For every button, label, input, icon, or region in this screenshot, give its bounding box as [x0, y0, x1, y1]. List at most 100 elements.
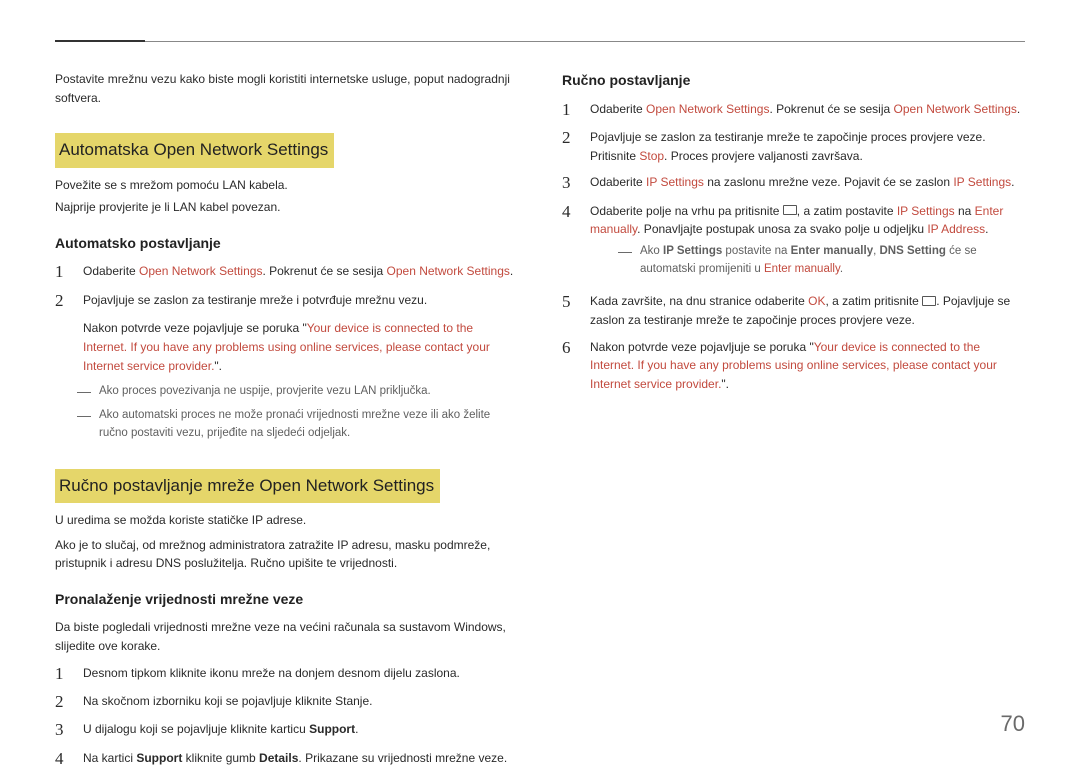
- rucno-step-6: 6 Nakon potvrde veze pojavljuje se poruk…: [562, 338, 1025, 394]
- step-body: U dijalogu koji se pojavljuje kliknite k…: [83, 720, 518, 740]
- red-text: IP Address: [927, 222, 985, 236]
- t: Pojavljuje se zaslon za testiranje mreže…: [83, 293, 427, 307]
- red-text: Open Network Settings: [387, 264, 510, 278]
- step-body: Na skočnom izborniku koji se pojavljuje …: [83, 692, 518, 712]
- step-number: 1: [55, 262, 69, 282]
- dash-item: ― Ako proces povezivanja ne uspije, prov…: [77, 383, 518, 401]
- t: .: [840, 263, 843, 275]
- dash-body: Ako IP Settings postavite na Enter manua…: [640, 243, 1025, 279]
- page-number: 70: [1001, 707, 1025, 741]
- step-number: 1: [55, 664, 69, 684]
- dash-body: Ako proces povezivanja ne uspije, provje…: [99, 383, 518, 401]
- red-text: OK: [808, 294, 825, 308]
- dash-item: ― Ako automatski proces ne može pronaći …: [77, 407, 518, 443]
- t: , a zatim pritisnite: [825, 294, 922, 308]
- t: . Ponavljajte postupak unosa za svako po…: [637, 222, 927, 236]
- auto-p2: Najprije provjerite je li LAN kabel pove…: [55, 198, 518, 217]
- t: ".: [721, 377, 729, 391]
- t: . Proces provjere valjanosti završava.: [664, 149, 863, 163]
- auto-step-2: 2 Pojavljuje se zaslon za testiranje mre…: [55, 291, 518, 375]
- t: Ako: [640, 245, 663, 257]
- heading-find-values: Pronalaženje vrijednosti mrežne veze: [55, 589, 518, 611]
- step-number: 1: [562, 100, 576, 120]
- find-step-1: 1 Desnom tipkom kliknite ikonu mreže na …: [55, 664, 518, 684]
- step-number: 4: [562, 202, 576, 285]
- step-number: 4: [55, 749, 69, 769]
- t: .: [985, 222, 988, 236]
- step-body: Odaberite Open Network Settings. Pokrenu…: [590, 100, 1025, 120]
- heading-rucno: Ručno postavljanje: [562, 70, 1025, 92]
- rule-thin: [145, 41, 1025, 42]
- man-p2: Ako je to slučaj, od mrežnog administrat…: [55, 536, 518, 573]
- t: , a zatim postavite: [797, 204, 897, 218]
- step-number: 3: [55, 720, 69, 740]
- red-text: Open Network Settings: [646, 102, 769, 116]
- find-step-3: 3 U dijalogu koji se pojavljuje kliknite…: [55, 720, 518, 740]
- t: .: [355, 722, 358, 736]
- dash-icon: ―: [618, 243, 632, 279]
- step-body: Pojavljuje se zaslon za testiranje mreže…: [83, 291, 518, 375]
- step-number: 2: [55, 692, 69, 712]
- find-step-4: 4 Na kartici Support kliknite gumb Detai…: [55, 749, 518, 769]
- t: Odaberite: [590, 102, 646, 116]
- rule-thick: [55, 40, 145, 42]
- t: Odaberite polje na vrhu pa pritisnite: [590, 204, 783, 218]
- heading-manual-open-network: Ručno postavljanje mreže Open Network Se…: [55, 469, 440, 503]
- confirm-msg: Nakon potvrde veze pojavljuje se poruka …: [83, 319, 518, 375]
- dash-icon: ―: [77, 407, 91, 443]
- step-number: 2: [562, 128, 576, 165]
- bold-text: Support: [309, 722, 355, 736]
- t: Odaberite: [83, 264, 139, 278]
- auto-step-1: 1 Odaberite Open Network Settings. Pokre…: [55, 262, 518, 282]
- step-body: Odaberite polje na vrhu pa pritisnite , …: [590, 202, 1025, 285]
- step-number: 5: [562, 292, 576, 329]
- rucno-step-1: 1 Odaberite Open Network Settings. Pokre…: [562, 100, 1025, 120]
- intro-text: Postavite mrežnu vezu kako biste mogli k…: [55, 70, 518, 107]
- rucno-step-2: 2 Pojavljuje se zaslon za testiranje mre…: [562, 128, 1025, 165]
- step-number: 2: [55, 291, 69, 375]
- t: .: [510, 264, 513, 278]
- dash-icon: ―: [77, 383, 91, 401]
- red-text: Stop: [639, 149, 664, 163]
- heading-auto-setup: Automatsko postavljanje: [55, 233, 518, 255]
- red-text: IP Settings: [953, 175, 1011, 189]
- rucno-step-5: 5 Kada završite, na dnu stranice odaberi…: [562, 292, 1025, 329]
- step-body: Kada završite, na dnu stranice odaberite…: [590, 292, 1025, 329]
- step-body: Na kartici Support kliknite gumb Details…: [83, 749, 518, 769]
- enter-button-icon: [783, 205, 797, 215]
- t: U dijalogu koji se pojavljuje kliknite k…: [83, 722, 309, 736]
- top-rule: [55, 40, 1025, 42]
- step-body: Pojavljuje se zaslon za testiranje mreže…: [590, 128, 1025, 165]
- step-number: 3: [562, 173, 576, 193]
- red-text: Enter manually: [764, 263, 840, 275]
- dash-body: Ako automatski proces ne može pronaći vr…: [99, 407, 518, 443]
- heading-auto-open-network: Automatska Open Network Settings: [55, 133, 334, 167]
- dash-item: ― Ako IP Settings postavite na Enter man…: [618, 243, 1025, 279]
- t: . Pokrenut će se sesija: [262, 264, 386, 278]
- bold-text: Enter manually: [791, 245, 873, 257]
- t: ".: [214, 359, 222, 373]
- t: .: [1017, 102, 1020, 116]
- auto-p1: Povežite se s mrežom pomoću LAN kabela.: [55, 176, 518, 195]
- t: na zaslonu mrežne veze. Pojavit će se za…: [704, 175, 953, 189]
- t: Nakon potvrde veze pojavljuje se poruka …: [83, 321, 307, 335]
- right-column: Ručno postavljanje 1 Odaberite Open Netw…: [562, 70, 1025, 777]
- find-step-2: 2 Na skočnom izborniku koji se pojavljuj…: [55, 692, 518, 712]
- bold-text: IP Settings: [663, 245, 722, 257]
- step-body: Nakon potvrde veze pojavljuje se poruka …: [590, 338, 1025, 394]
- t: . Pokrenut će se sesija: [769, 102, 893, 116]
- enter-button-icon: [922, 296, 936, 306]
- red-text: Open Network Settings: [894, 102, 1017, 116]
- red-text: Open Network Settings: [139, 264, 262, 278]
- step-number: 6: [562, 338, 576, 394]
- red-text: IP Settings: [897, 204, 955, 218]
- man-p1: U uredima se možda koriste statičke IP a…: [55, 511, 518, 530]
- rucno-step-3: 3 Odaberite IP Settings na zaslonu mrežn…: [562, 173, 1025, 193]
- bold-text: DNS Setting: [879, 245, 945, 257]
- content-columns: Postavite mrežnu vezu kako biste mogli k…: [55, 70, 1025, 777]
- auto-notes: ― Ako proces povezivanja ne uspije, prov…: [77, 383, 518, 442]
- t: na: [955, 204, 975, 218]
- t: Odaberite: [590, 175, 646, 189]
- rucno-step-4: 4 Odaberite polje na vrhu pa pritisnite …: [562, 202, 1025, 285]
- t: postavite na: [722, 245, 790, 257]
